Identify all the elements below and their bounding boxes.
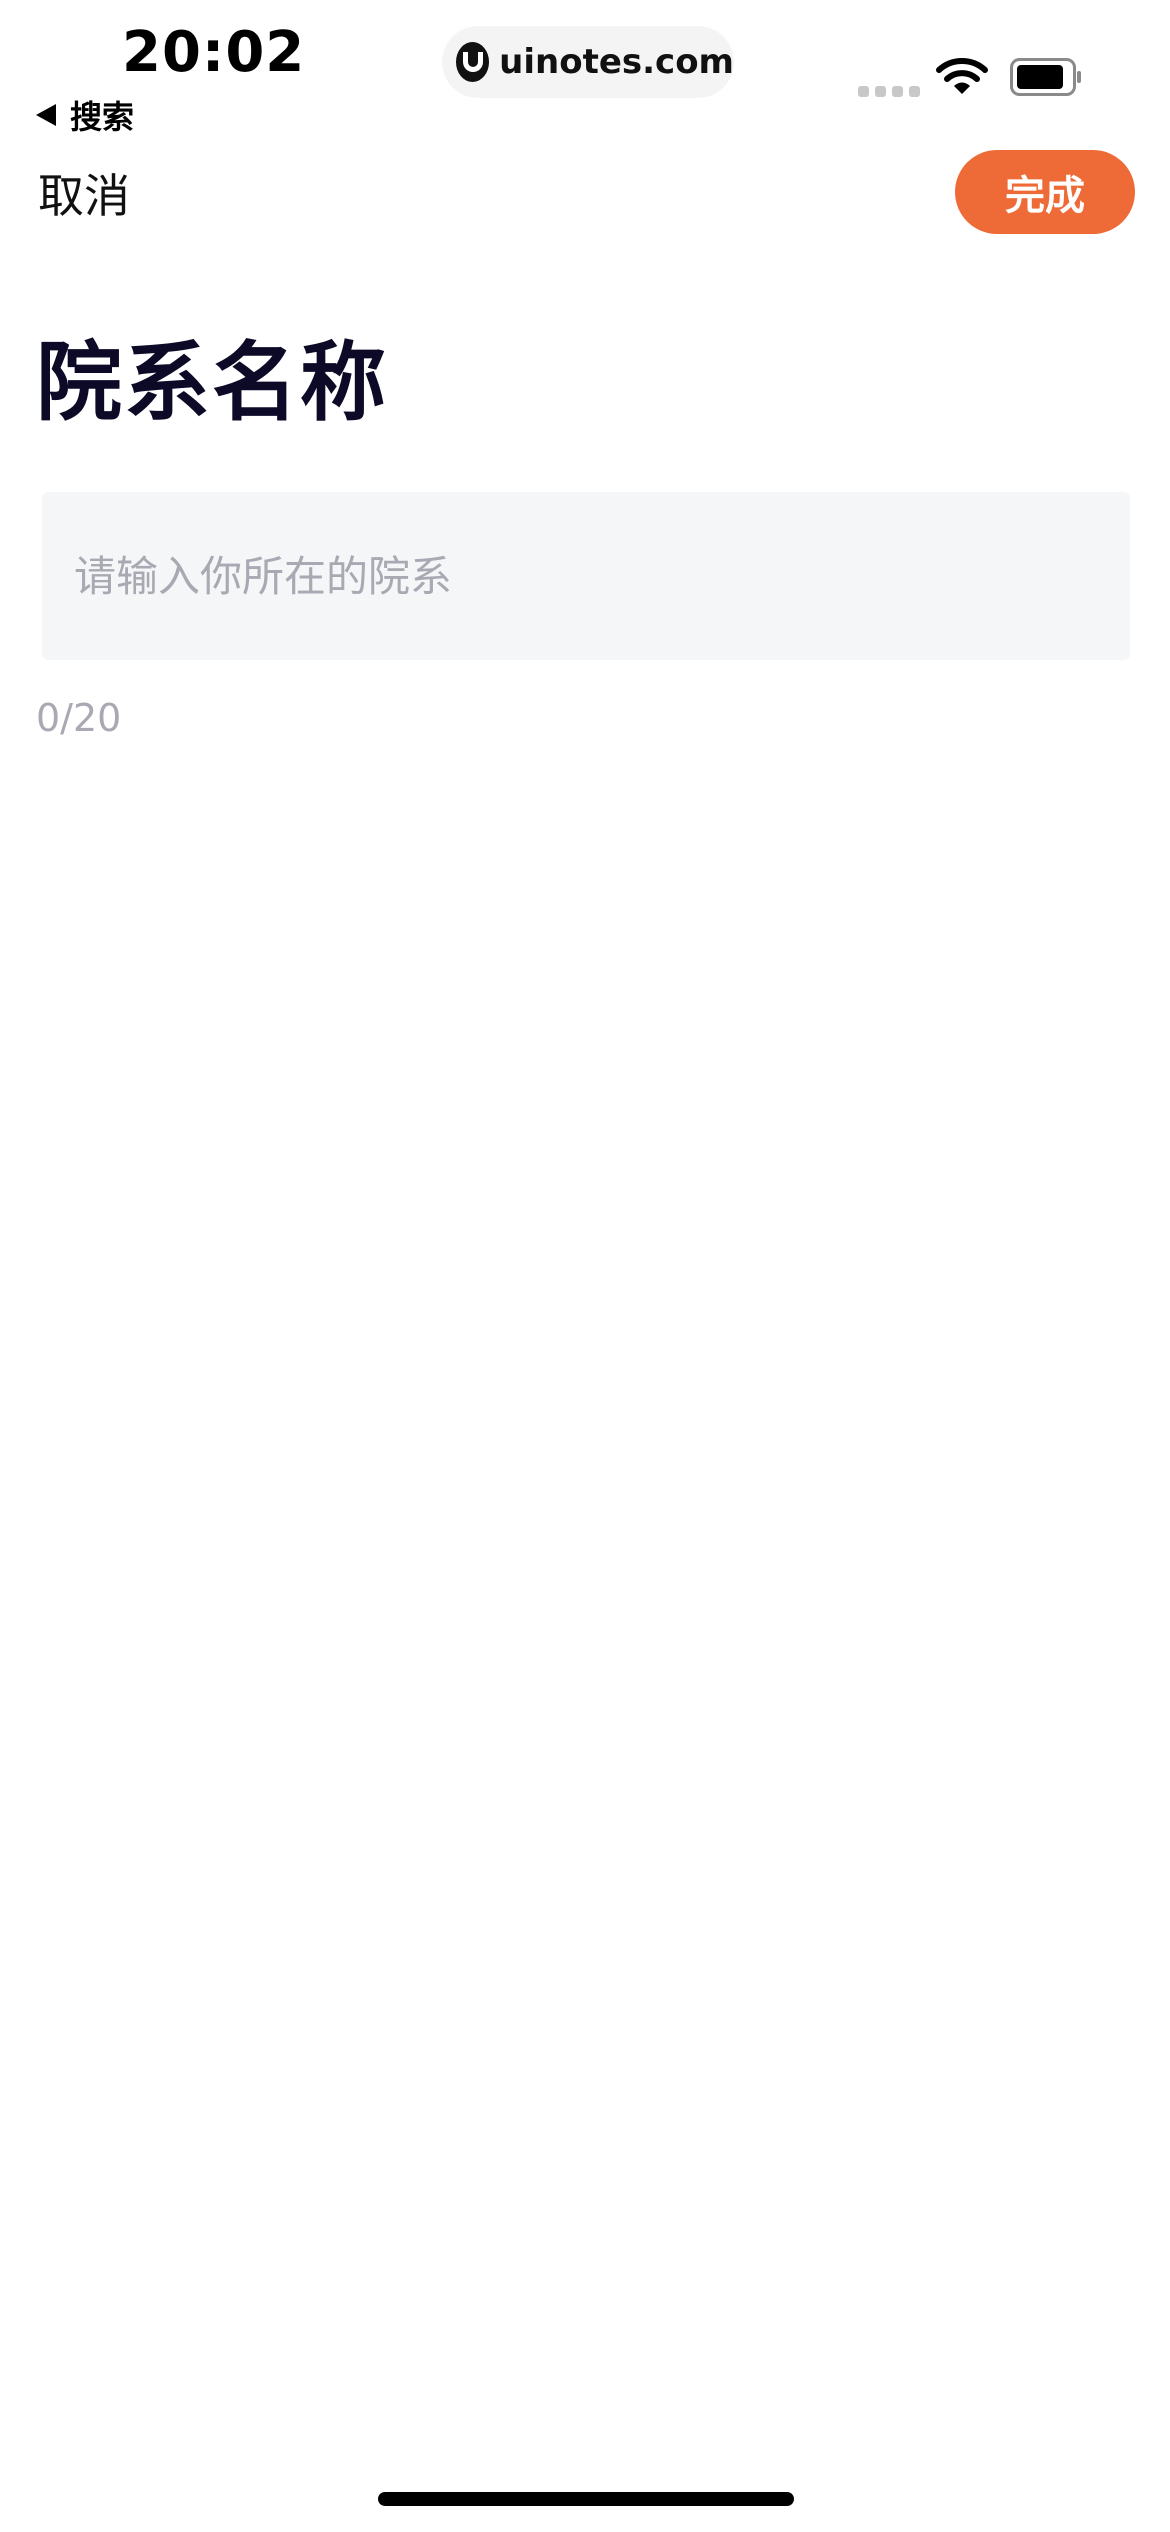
back-triangle-icon [36,104,56,126]
home-indicator[interactable] [378,2492,794,2506]
cellular-signal-icon [858,86,920,97]
battery-icon [1010,58,1081,96]
done-button[interactable]: 完成 [955,150,1135,234]
site-logo-icon [456,42,490,82]
character-counter: 0/20 [36,696,122,740]
status-time: 20:02 [122,20,306,85]
wifi-icon [936,58,988,94]
cancel-button[interactable]: 取消 [38,160,130,226]
page-title: 院系名称 [36,333,388,433]
department-input[interactable] [42,492,1130,660]
url-text: uinotes.com [499,42,734,82]
url-bar[interactable]: uinotes.com [442,26,734,98]
department-input-container [42,492,1130,660]
back-to-search-link[interactable]: 搜索 [36,92,134,138]
back-link-label: 搜索 [70,98,135,136]
